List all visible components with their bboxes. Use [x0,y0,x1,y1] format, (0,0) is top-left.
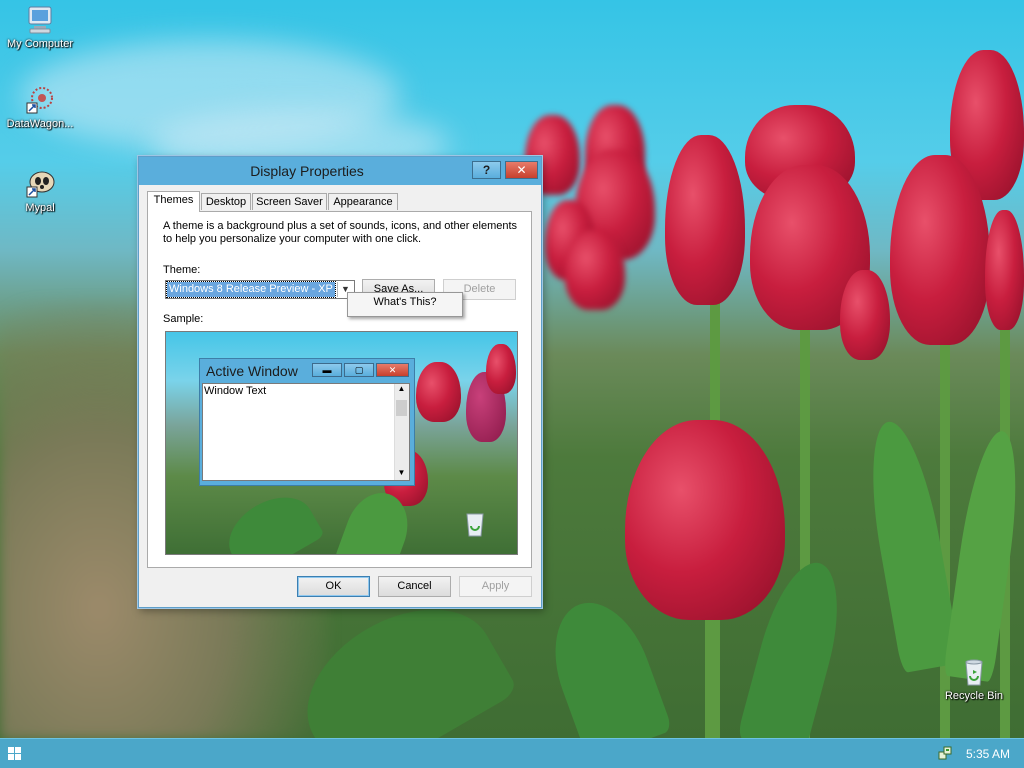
desktop-icon-label: My Computer [6,38,74,50]
shortcut-icon [24,84,56,116]
tab-appearance[interactable]: Appearance [328,193,398,210]
cancel-button[interactable]: Cancel [378,576,451,597]
sample-scrollbar: ▲ ▼ [394,384,409,480]
theme-select[interactable]: Windows 8 Release Preview - XP ▼ [165,280,355,299]
tab-desktop[interactable]: Desktop [201,193,251,210]
tab-themes[interactable]: Themes [147,191,200,212]
sample-active-window: Active Window ▬ ▢ ✕ Window Text ▲ ▼ [199,358,415,486]
sample-window-title: Active Window [206,363,298,379]
theme-select-value: Windows 8 Release Preview - XP [166,281,336,298]
computer-icon [24,4,56,36]
sample-window-body: Window Text ▲ ▼ [202,383,410,481]
themes-tab-panel: A theme is a background plus a set of so… [147,211,532,568]
desktop-icon-recycle-bin[interactable]: Recycle Bin [934,656,1014,702]
context-menu-whats-this[interactable]: What's This? [348,296,462,308]
maximize-icon: ▢ [344,363,374,377]
taskbar: 5:35 AM [0,738,1024,768]
theme-sample-preview: Active Window ▬ ▢ ✕ Window Text ▲ ▼ [165,331,518,555]
desktop-icon-label: Mypal [25,202,55,214]
close-button[interactable]: ✕ [505,161,538,179]
taskbar-clock[interactable]: 5:35 AM [966,747,1010,761]
theme-label: Theme: [163,264,201,276]
desktop-icon-label: Recycle Bin [944,690,1004,702]
start-button[interactable] [8,747,22,761]
tab-screen-saver[interactable]: Screen Saver [252,193,327,210]
browser-icon [24,168,56,200]
minimize-icon: ▬ [312,363,342,377]
apply-button[interactable]: Apply [459,576,532,597]
theme-description: A theme is a background plus a set of so… [163,220,518,245]
chevron-up-icon: ▲ [397,384,406,393]
desktop-icon-my-computer[interactable]: My Computer [0,4,80,50]
help-button[interactable]: ? [472,161,501,179]
dialog-title-bar[interactable]: Display Properties ? ✕ [139,157,541,185]
desktop-icon-datawagon[interactable]: DataWagon... [0,84,80,130]
desktop-icon-mypal[interactable]: Mypal [0,168,80,214]
sample-window-text: Window Text [204,385,267,397]
dialog-title: Display Properties [250,163,364,179]
ok-button[interactable]: OK [297,576,370,597]
scroll-thumb [396,400,407,416]
close-icon: ✕ [376,363,409,377]
network-icon[interactable] [938,746,952,760]
display-properties-dialog: Display Properties ? ✕ Themes Desktop Sc… [138,156,542,608]
sample-label: Sample: [163,313,204,325]
chevron-down-icon: ▼ [397,468,406,477]
context-menu: What's This? [347,292,463,317]
recycle-bin-icon [958,656,990,688]
recycle-bin-icon [462,510,488,541]
desktop-icon-label: DataWagon... [6,118,74,130]
windows-logo-icon [8,747,14,753]
